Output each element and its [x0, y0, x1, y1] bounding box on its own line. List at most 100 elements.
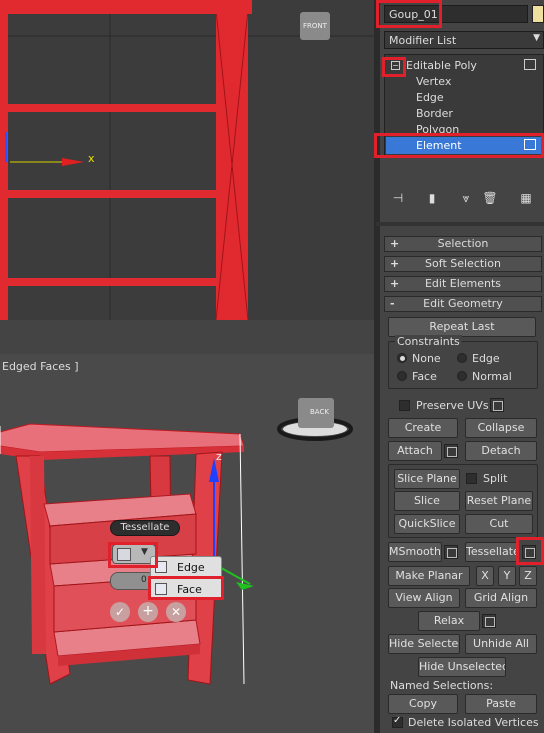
- pin-stack-icon[interactable]: ⊣: [390, 190, 406, 206]
- make-planar-button[interactable]: Make Planar: [388, 566, 470, 586]
- detach-button[interactable]: Detach: [465, 441, 537, 461]
- slice-plane-button[interactable]: Slice Plane: [394, 469, 460, 489]
- tessellate-settings-button[interactable]: [522, 545, 536, 559]
- radio-edge[interactable]: [457, 353, 467, 363]
- top-viewport[interactable]: x FRONT: [0, 0, 374, 320]
- cut-button[interactable]: Cut: [465, 514, 533, 534]
- modifier-list-label: Modifier List: [389, 34, 457, 47]
- configure-sets-icon[interactable]: ▦: [518, 190, 534, 206]
- split-label: Split: [483, 472, 508, 485]
- viewcube-label: FRONT: [303, 22, 327, 30]
- hide-unselected-button[interactable]: Hide Unselected: [418, 657, 506, 677]
- rollout-label: Edit Elements: [424, 277, 502, 290]
- grid-align-button[interactable]: Grid Align: [465, 588, 537, 608]
- rollout-sign: +: [390, 237, 400, 250]
- viewport-divider: [0, 320, 374, 354]
- rollout-label: Soft Selection: [425, 257, 501, 270]
- cube-icon: [524, 59, 536, 70]
- msmooth-settings-button[interactable]: [444, 545, 458, 559]
- copy-button[interactable]: Copy: [388, 694, 458, 714]
- rollout-soft-selection[interactable]: + Soft Selection: [384, 256, 542, 272]
- paste-button[interactable]: Paste: [465, 694, 537, 714]
- radio-none-label: None: [412, 352, 441, 365]
- chevron-down-icon: ▼: [141, 547, 148, 557]
- chevron-down-icon: ▼: [533, 33, 540, 43]
- make-planar-x-button[interactable]: X: [476, 566, 494, 586]
- slice-button[interactable]: Slice: [394, 491, 460, 511]
- constraints-title: Constraints: [395, 335, 462, 348]
- stack-item-polygon[interactable]: Polygon: [416, 123, 459, 136]
- object-name-field[interactable]: Goup_01: [384, 5, 528, 23]
- stack-item-element-selected[interactable]: Element: [386, 137, 542, 154]
- relax-button[interactable]: Relax: [418, 611, 480, 631]
- rollout-sign: +: [390, 277, 400, 290]
- apply-icon[interactable]: +: [138, 602, 158, 622]
- collapse-icon[interactable]: −: [391, 61, 400, 70]
- ok-icon[interactable]: ✓: [110, 602, 130, 622]
- stack-toolbar: ⊣ ▮ ⩔ 🗑 ▦: [384, 188, 544, 208]
- top-view-mesh: [0, 0, 374, 320]
- reset-plane-button[interactable]: Reset Plane: [465, 491, 533, 511]
- caddy-title: Tessellate: [110, 520, 180, 536]
- modifier-list-dropdown[interactable]: Modifier List ▼: [384, 31, 544, 49]
- x-axis-label: x: [88, 152, 95, 165]
- panel-divider: [376, 222, 544, 226]
- split-checkbox[interactable]: [466, 473, 477, 484]
- stack-item-vertex[interactable]: Vertex: [416, 75, 451, 88]
- show-end-result-icon[interactable]: ▮: [424, 190, 440, 206]
- repeat-last-button[interactable]: Repeat Last: [388, 317, 536, 337]
- edge-icon: [155, 561, 167, 573]
- rollout-edit-elements[interactable]: + Edit Elements: [384, 276, 542, 292]
- rollout-sign: +: [390, 257, 400, 270]
- cube-icon: [524, 139, 536, 150]
- rollout-selection[interactable]: + Selection: [384, 236, 542, 252]
- named-selections-label: Named Selections:: [390, 679, 494, 692]
- delete-isolated-label: Delete Isolated Vertices: [408, 716, 539, 729]
- menu-item-face[interactable]: Face: [177, 583, 202, 596]
- stack-item-border[interactable]: Border: [416, 107, 453, 120]
- z-axis-label: z: [216, 450, 222, 463]
- tessellate-type-menu: Edge Face: [150, 556, 222, 600]
- face-icon: [117, 548, 131, 561]
- viewcube-label: BACK: [310, 408, 329, 416]
- radio-edge-label: Edge: [472, 352, 500, 365]
- preserve-uvs-settings-button[interactable]: [490, 398, 504, 412]
- radio-normal[interactable]: [457, 371, 467, 381]
- make-unique-icon[interactable]: ⩔: [458, 190, 474, 206]
- quickslice-button[interactable]: QuickSlice: [394, 514, 460, 534]
- viewport-label[interactable]: Edged Faces ]: [2, 360, 79, 373]
- stack-item-edge[interactable]: Edge: [416, 91, 444, 104]
- relax-settings-button[interactable]: [482, 614, 496, 628]
- make-planar-z-button[interactable]: Z: [519, 566, 537, 586]
- preserve-uvs-label: Preserve UVs: [416, 399, 489, 412]
- msmooth-button[interactable]: MSmooth: [388, 542, 442, 562]
- create-button[interactable]: Create: [388, 418, 458, 438]
- object-color-swatch[interactable]: [532, 5, 544, 23]
- rollout-label: Selection: [437, 237, 489, 250]
- preserve-uvs-checkbox[interactable]: [399, 400, 410, 411]
- stack-item-element: Element: [416, 139, 462, 152]
- unhide-all-button[interactable]: Unhide All: [465, 634, 537, 654]
- rollout-edit-geometry[interactable]: - Edit Geometry: [384, 296, 542, 312]
- radio-face-label: Face: [412, 370, 437, 383]
- view-align-button[interactable]: View Align: [388, 588, 460, 608]
- cancel-icon[interactable]: ✕: [166, 602, 186, 622]
- make-planar-y-button[interactable]: Y: [498, 566, 516, 586]
- viewcube[interactable]: FRONT: [300, 12, 330, 40]
- delete-isolated-checkbox[interactable]: [392, 715, 403, 728]
- perspective-viewport[interactable]: Edged Faces ] BACK z Tessellate ▼ 0 Edge…: [0, 354, 374, 733]
- face-icon: [155, 583, 167, 595]
- collapse-button[interactable]: Collapse: [465, 418, 537, 438]
- radio-none[interactable]: [397, 353, 407, 363]
- attach-settings-button[interactable]: [444, 444, 458, 458]
- caddy-title-text: Tessellate: [120, 522, 170, 533]
- stack-item-editable-poly[interactable]: Editable Poly: [406, 59, 477, 72]
- hide-selected-button[interactable]: Hide Selected: [388, 634, 460, 654]
- remove-modifier-icon[interactable]: 🗑: [482, 190, 498, 206]
- radio-face[interactable]: [397, 371, 407, 381]
- attach-button[interactable]: Attach: [388, 441, 442, 461]
- rollout-label: Edit Geometry: [423, 297, 503, 310]
- menu-item-edge[interactable]: Edge: [177, 561, 205, 574]
- tessellate-button[interactable]: Tessellate: [465, 542, 519, 562]
- tessellate-value: 0: [141, 575, 147, 585]
